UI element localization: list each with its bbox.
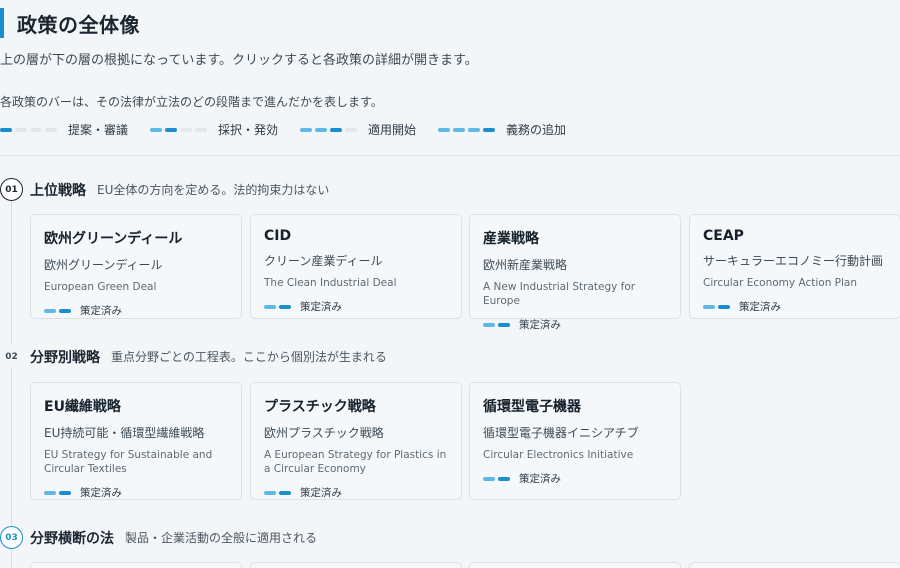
card-status: 策定済み xyxy=(264,299,448,314)
policy-card-electronics[interactable]: 循環型電子機器 循環型電子機器イニシアチブ Circular Electroni… xyxy=(469,382,681,500)
progress-bar-icon xyxy=(483,476,513,481)
page-title: 政策の全体像 xyxy=(17,12,140,37)
card-japanese-name: 欧州プラスチック戦略 xyxy=(264,426,384,440)
page-header: 政策の全体像 xyxy=(0,8,140,38)
card-english-name: EU Strategy for Sustainable and Circular… xyxy=(44,449,213,475)
policy-card-partial[interactable] xyxy=(689,562,900,568)
progress-bar-icon xyxy=(703,304,733,309)
section-header-sector-strategy: 02 分野別戦略 重点分野ごとの工程表。ここから個別法が生まれる xyxy=(0,345,387,368)
legend-item-obligation: 義務の追加 xyxy=(438,121,566,138)
progress-bar-icon xyxy=(0,127,60,132)
legend-description: 各政策のバーは、その法律が立法のどの段階まで進んだかを表します。 xyxy=(0,95,383,109)
progress-bar-icon xyxy=(44,490,74,495)
card-english-name: Circular Electronics Initiative xyxy=(483,449,634,461)
progress-bar-icon xyxy=(150,127,210,132)
card-title: 欧州グリーンディール xyxy=(44,231,183,247)
legend-item-adoption: 採択・発効 xyxy=(150,121,278,138)
section-title: 分野別戦略 xyxy=(30,349,100,366)
status-label: 策定済み xyxy=(739,301,781,313)
status-label: 策定済み xyxy=(300,487,342,499)
progress-bar-icon xyxy=(264,490,294,495)
progress-bar-icon xyxy=(483,322,513,327)
card-title: CID xyxy=(264,228,292,244)
policy-card-textiles[interactable]: EU繊維戦略 EU持続可能・循環型繊維戦略 EU Strategy for Su… xyxy=(30,382,242,500)
status-label: 策定済み xyxy=(519,473,561,485)
card-english-name: The Clean Industrial Deal xyxy=(264,277,397,289)
section-number: 01 xyxy=(0,178,23,201)
card-status: 策定済み xyxy=(44,303,228,318)
legend-item-proposal: 提案・審議 xyxy=(0,121,128,138)
section-description: 重点分野ごとの工程表。ここから個別法が生まれる xyxy=(111,350,387,364)
section-number: 03 xyxy=(0,526,23,549)
card-title: プラスチック戦略 xyxy=(264,399,376,415)
legend-label: 採択・発効 xyxy=(218,123,279,137)
status-label: 策定済み xyxy=(519,319,561,331)
legend-label: 義務の追加 xyxy=(506,123,567,137)
card-english-name: A European Strategy for Plastics in a Ci… xyxy=(264,449,447,475)
title-accent-bar xyxy=(0,8,4,38)
legend: 提案・審議 採択・発効 適用開始 義務の追加 xyxy=(0,121,588,138)
section-header-strategy: 01 上位戦略 EU全体の方向を定める。法的拘束力はない xyxy=(0,178,329,201)
legend-label: 適用開始 xyxy=(368,123,417,137)
card-status: 策定済み xyxy=(483,471,667,486)
section-description: EU全体の方向を定める。法的拘束力はない xyxy=(97,183,330,197)
card-title: EU繊維戦略 xyxy=(44,399,121,415)
card-japanese-name: 循環型電子機器イニシアチブ xyxy=(483,426,639,440)
divider xyxy=(0,155,900,156)
card-title: 産業戦略 xyxy=(483,231,539,247)
progress-bar-icon xyxy=(438,127,498,132)
card-japanese-name: EU持続可能・循環型繊維戦略 xyxy=(44,426,205,440)
card-title: 循環型電子機器 xyxy=(483,399,581,415)
card-english-name: European Green Deal xyxy=(44,281,157,293)
status-label: 策定済み xyxy=(80,487,122,499)
progress-bar-icon xyxy=(300,127,360,132)
legend-label: 提案・審議 xyxy=(68,123,129,137)
policy-card-plastics[interactable]: プラスチック戦略 欧州プラスチック戦略 A European Strategy … xyxy=(250,382,462,500)
section-title: 分野横断の法 xyxy=(30,530,114,547)
section-description: 製品・企業活動の全般に適用される xyxy=(125,531,318,545)
card-japanese-name: クリーン産業ディール xyxy=(264,254,383,268)
card-status: 策定済み xyxy=(703,299,887,314)
legend-item-application: 適用開始 xyxy=(300,121,416,138)
card-japanese-name: 欧州新産業戦略 xyxy=(483,258,568,272)
card-status: 策定済み xyxy=(44,485,228,500)
intro-text: 上の層が下の層の根拠になっています。クリックすると各政策の詳細が開きます。 xyxy=(0,53,478,68)
progress-bar-icon xyxy=(264,304,294,309)
card-english-name: A New Industrial Strategy for Europe xyxy=(483,281,636,307)
policy-card-green-deal[interactable]: 欧州グリーンディール 欧州グリーンディール European Green Dea… xyxy=(30,214,242,319)
section-header-cross-sector-law: 03 分野横断の法 製品・企業活動の全般に適用される xyxy=(0,526,317,549)
section-number: 02 xyxy=(0,345,23,368)
timeline-line xyxy=(11,200,12,568)
card-status: 策定済み xyxy=(483,317,667,332)
status-label: 策定済み xyxy=(80,305,122,317)
card-japanese-name: サーキュラーエコノミー行動計画 xyxy=(703,254,884,268)
card-status: 策定済み xyxy=(264,485,448,500)
policy-card-partial[interactable] xyxy=(469,562,681,568)
card-english-name: Circular Economy Action Plan xyxy=(703,277,858,289)
section-title: 上位戦略 xyxy=(30,182,86,199)
progress-bar-icon xyxy=(44,308,74,313)
card-title: CEAP xyxy=(703,228,744,244)
policy-card-partial[interactable] xyxy=(250,562,462,568)
policy-card-ceap[interactable]: CEAP サーキュラーエコノミー行動計画 Circular Economy Ac… xyxy=(689,214,900,319)
policy-card-partial[interactable] xyxy=(30,562,242,568)
policy-card-industrial-strategy[interactable]: 産業戦略 欧州新産業戦略 A New Industrial Strategy f… xyxy=(469,214,681,331)
policy-card-cid[interactable]: CID クリーン産業ディール The Clean Industrial Deal… xyxy=(250,214,462,319)
card-japanese-name: 欧州グリーンディール xyxy=(44,258,163,272)
status-label: 策定済み xyxy=(300,301,342,313)
